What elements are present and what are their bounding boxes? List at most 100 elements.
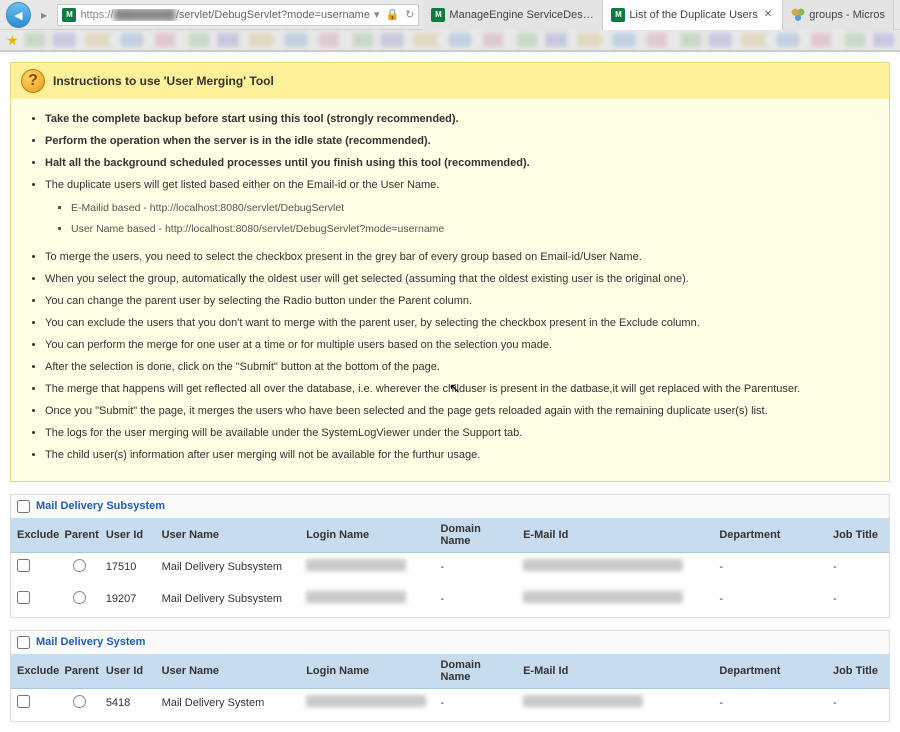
cell-email	[517, 688, 713, 719]
cell-domain: -	[434, 552, 517, 583]
tab-site-icon: M	[611, 8, 625, 22]
exclude-checkbox[interactable]	[17, 559, 30, 572]
group-header: Mail Delivery Subsystem	[11, 495, 889, 518]
cell-userid: 19207	[100, 583, 156, 615]
instruction-item: Take the complete backup before start us…	[45, 109, 875, 131]
help-icon: ?	[21, 69, 45, 93]
redacted-text	[306, 559, 406, 571]
instructions-list: Take the complete backup before start us…	[25, 109, 875, 467]
instruction-item: The merge that happens will get reflecte…	[45, 379, 875, 401]
group-title: Mail Delivery System	[36, 636, 145, 648]
instruction-subitem: E-Mailid based - http://localhost:8080/s…	[71, 198, 875, 219]
instruction-item: You can exclude the users that you don't…	[45, 313, 875, 335]
cell-email	[517, 552, 713, 583]
cell-email	[517, 583, 713, 615]
col-login-header: Login Name	[300, 518, 434, 553]
cell-login	[300, 688, 434, 719]
cell-username: Mail Delivery System	[156, 688, 301, 719]
url-right-controls: ▾ 🔒 ↻	[374, 8, 414, 21]
col-username-header: User Name	[156, 654, 301, 689]
col-domain-header: Domain Name	[434, 518, 517, 553]
forward-button[interactable]: ▸	[35, 5, 54, 25]
cell-job: -	[827, 583, 889, 615]
tab-label: ManageEngine ServiceDesk ...	[449, 9, 594, 21]
tab-group-icon	[791, 8, 805, 22]
instruction-subitem: User Name based - http://localhost:8080/…	[71, 219, 875, 240]
cell-domain: -	[434, 583, 517, 615]
instruction-item: Once you "Submit" the page, it merges th…	[45, 401, 875, 423]
cell-dept: -	[713, 583, 827, 615]
redacted-text	[523, 591, 683, 603]
parent-radio[interactable]	[73, 591, 86, 604]
col-userid-header: User Id	[100, 518, 156, 553]
exclude-checkbox[interactable]	[17, 591, 30, 604]
instructions-title: Instructions to use 'User Merging' Tool	[53, 74, 274, 88]
browser-tab[interactable]: M List of the Duplicate Users ✕	[603, 0, 783, 30]
instructions-body: Take the complete backup before start us…	[11, 99, 889, 481]
group-select-checkbox[interactable]	[17, 500, 30, 513]
site-icon: M	[62, 8, 76, 22]
instruction-item: When you select the group, automatically…	[45, 269, 875, 291]
user-group: Mail Delivery SystemExcludeParentUser Id…	[10, 630, 890, 722]
group-header: Mail Delivery System	[11, 631, 889, 654]
col-parent-header: Parent	[59, 654, 100, 689]
col-domain-header: Domain Name	[434, 654, 517, 689]
col-parent-header: Parent	[59, 518, 100, 553]
instruction-item: You can change the parent user by select…	[45, 291, 875, 313]
instructions-panel: ? Instructions to use 'User Merging' Too…	[10, 62, 890, 482]
parent-radio[interactable]	[73, 559, 86, 572]
refresh-icon[interactable]: ↻	[405, 8, 414, 21]
col-userid-header: User Id	[100, 654, 156, 689]
cell-username: Mail Delivery Subsystem	[156, 552, 301, 583]
users-table: ExcludeParentUser IdUser NameLogin NameD…	[11, 518, 889, 617]
redacted-text	[523, 695, 643, 707]
instruction-item: To merge the users, you need to select t…	[45, 247, 875, 269]
tab-label: groups - Micros	[809, 9, 885, 21]
instruction-item: The logs for the user merging will be av…	[45, 423, 875, 445]
instruction-item: The child user(s) information after user…	[45, 445, 875, 467]
exclude-checkbox[interactable]	[17, 695, 30, 708]
table-row: 5418Mail Delivery System---	[11, 688, 889, 719]
col-job-header: Job Title	[827, 654, 889, 689]
user-group: Mail Delivery SubsystemExcludeParentUser…	[10, 494, 890, 618]
lock-icon: 🔒	[386, 8, 400, 21]
instruction-item: After the selection is done, click on th…	[45, 357, 875, 379]
col-login-header: Login Name	[300, 654, 434, 689]
col-username-header: User Name	[156, 518, 301, 553]
users-table: ExcludeParentUser IdUser NameLogin NameD…	[11, 654, 889, 721]
col-email-header: E-Mail Id	[517, 518, 713, 553]
address-bar[interactable]: M https://████████/servlet/DebugServlet?…	[57, 4, 419, 26]
instruction-item: Halt all the background scheduled proces…	[45, 153, 875, 175]
cell-job: -	[827, 552, 889, 583]
browser-tab[interactable]: M ManageEngine ServiceDesk ...	[423, 0, 603, 30]
cell-dept: -	[713, 552, 827, 583]
col-exclude-header: Exclude	[11, 654, 59, 689]
bookmarks-blurred	[25, 33, 894, 47]
favorites-icon[interactable]: ★	[6, 33, 19, 47]
col-dept-header: Department	[713, 518, 827, 553]
nav-toolbar: ◄ ▸ M https://████████/servlet/DebugServ…	[0, 0, 900, 30]
redacted-text	[306, 695, 426, 707]
tab-site-icon: M	[431, 8, 445, 22]
browser-chrome: ◄ ▸ M https://████████/servlet/DebugServ…	[0, 0, 900, 51]
tab-close-icon[interactable]: ✕	[762, 9, 774, 20]
cell-userid: 5418	[100, 688, 156, 719]
col-job-header: Job Title	[827, 518, 889, 553]
cell-login	[300, 552, 434, 583]
instruction-item: You can perform the merge for one user a…	[45, 335, 875, 357]
cell-job: -	[827, 688, 889, 719]
cell-login	[300, 583, 434, 615]
table-row: 19207Mail Delivery Subsystem---	[11, 583, 889, 615]
instructions-header: ? Instructions to use 'User Merging' Too…	[11, 63, 889, 99]
instruction-item: The duplicate users will get listed base…	[45, 175, 875, 247]
cell-userid: 17510	[100, 552, 156, 583]
cell-dept: -	[713, 688, 827, 719]
parent-radio[interactable]	[73, 695, 86, 708]
tab-label: List of the Duplicate Users	[629, 9, 757, 21]
group-select-checkbox[interactable]	[17, 636, 30, 649]
redacted-text	[306, 591, 406, 603]
browser-tab[interactable]: groups - Micros	[783, 0, 894, 30]
instruction-item: Perform the operation when the server is…	[45, 131, 875, 153]
dropdown-icon[interactable]: ▾	[374, 8, 380, 21]
back-button[interactable]: ◄	[6, 2, 31, 28]
